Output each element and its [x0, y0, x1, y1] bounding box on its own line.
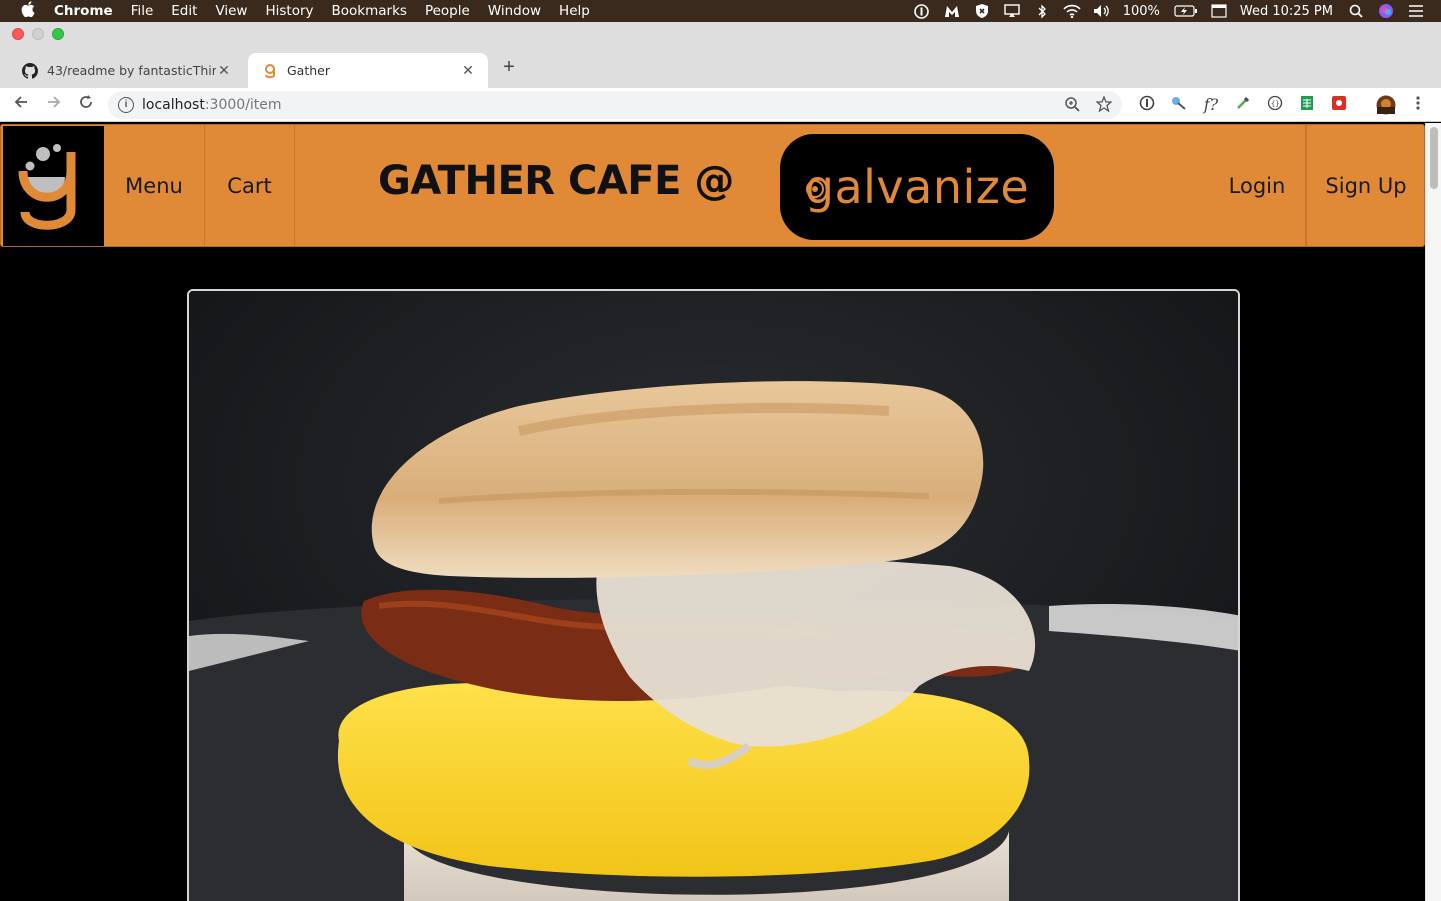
site-navbar: Menu Cart GATHER CAFE @ galvanize Login … — [0, 124, 1425, 247]
nav-signup-link[interactable]: Sign Up — [1306, 125, 1425, 246]
maximize-window-button[interactable] — [52, 28, 64, 40]
zoom-icon[interactable] — [1063, 96, 1081, 114]
battery-percent: 100% — [1122, 3, 1160, 19]
nav-login-link[interactable]: Login — [1209, 125, 1306, 246]
whatfont-extension-icon[interactable]: f? — [1201, 95, 1221, 115]
forward-button[interactable] — [43, 94, 65, 116]
tab-title: 43/readme by fantasticThingsT — [47, 63, 216, 78]
gather-favicon-icon — [262, 63, 278, 79]
json-viewer-extension-icon[interactable]: {} — [1265, 95, 1285, 115]
menu-file[interactable]: File — [131, 3, 154, 19]
menu-history[interactable]: History — [265, 3, 313, 19]
github-icon — [22, 62, 38, 79]
bookmark-star-icon[interactable] — [1095, 95, 1113, 114]
clock[interactable]: Wed 10:25 PM — [1240, 4, 1333, 19]
gather-logo[interactable] — [3, 126, 104, 246]
galvanize-gear-icon — [802, 176, 828, 207]
battery-icon[interactable] — [1174, 3, 1198, 19]
scrollbar-thumb[interactable] — [1430, 127, 1438, 189]
breakfast-sandwich-photo — [189, 291, 1238, 901]
airplay-icon[interactable] — [1003, 3, 1021, 19]
menu-app-chrome[interactable]: Chrome — [54, 3, 113, 19]
macos-menubar: Chrome File Edit View History Bookmarks … — [0, 0, 1441, 22]
browser-toolbar: i localhost:3000/item f? {} — [0, 88, 1441, 122]
shield-icon[interactable] — [973, 3, 991, 19]
reload-button[interactable] — [75, 94, 97, 116]
minimize-window-button[interactable] — [32, 28, 44, 40]
close-tab-icon[interactable]: ✕ — [216, 63, 232, 79]
close-tab-icon[interactable]: ✕ — [460, 63, 476, 79]
wifi-icon[interactable] — [1063, 3, 1081, 19]
onepassword-extension-icon[interactable] — [1137, 95, 1157, 115]
window-titlebar — [0, 22, 1441, 44]
tab-gather[interactable]: Gather ✕ — [248, 53, 488, 88]
calendar-icon[interactable] — [1210, 3, 1228, 19]
siri-icon[interactable] — [1377, 3, 1395, 19]
nav-menu-link[interactable]: Menu — [104, 125, 205, 246]
apple-icon[interactable] — [18, 1, 38, 21]
notification-center-icon[interactable] — [1407, 3, 1425, 19]
url-path: :3000/item — [204, 97, 282, 113]
menu-view[interactable]: View — [215, 3, 247, 19]
malwarebytes-icon[interactable] — [943, 3, 961, 19]
menu-edit[interactable]: Edit — [171, 3, 197, 19]
bluetooth-icon[interactable] — [1033, 3, 1051, 19]
menu-window[interactable]: Window — [488, 3, 541, 19]
site-info-icon[interactable]: i — [118, 97, 134, 113]
galvanize-logo: galvanize — [780, 134, 1054, 240]
eyedropper-extension-icon[interactable] — [1169, 95, 1189, 115]
spotlight-search-icon[interactable] — [1347, 3, 1365, 19]
colorpick-extension-icon[interactable] — [1233, 95, 1253, 115]
page-scrollbar[interactable] — [1425, 123, 1441, 901]
new-tab-button[interactable]: + — [498, 56, 520, 78]
item-image-card — [187, 289, 1240, 901]
menu-bookmarks[interactable]: Bookmarks — [332, 3, 407, 19]
tab-strip: 43/readme by fantasticThingsT ✕ Gather ✕ — [0, 44, 1441, 88]
svg-text:{}: {} — [1271, 100, 1279, 108]
chrome-menu-icon[interactable] — [1408, 95, 1428, 115]
profile-avatar[interactable] — [1376, 95, 1396, 115]
volume-icon[interactable] — [1093, 3, 1111, 19]
site-title: GATHER CAFE @ — [378, 158, 734, 204]
onepassword-icon[interactable] — [913, 3, 931, 19]
close-window-button[interactable] — [12, 28, 24, 40]
red-extension-icon[interactable] — [1329, 95, 1349, 115]
menu-people[interactable]: People — [425, 3, 470, 19]
url-host: localhost — [142, 97, 205, 113]
page-viewport: Menu Cart GATHER CAFE @ galvanize Login … — [0, 123, 1425, 901]
menu-help[interactable]: Help — [559, 3, 590, 19]
galvanize-wordmark: galvanize — [804, 160, 1030, 214]
tab-title: Gather — [287, 63, 330, 78]
sheets-extension-icon[interactable] — [1297, 95, 1317, 115]
nav-cart-link[interactable]: Cart — [205, 125, 295, 246]
address-bar[interactable]: i localhost:3000/item — [108, 91, 1122, 119]
url-text: localhost:3000/item — [142, 97, 282, 113]
back-button[interactable] — [10, 94, 32, 116]
tab-github-readme[interactable]: 43/readme by fantasticThingsT ✕ — [8, 53, 244, 88]
